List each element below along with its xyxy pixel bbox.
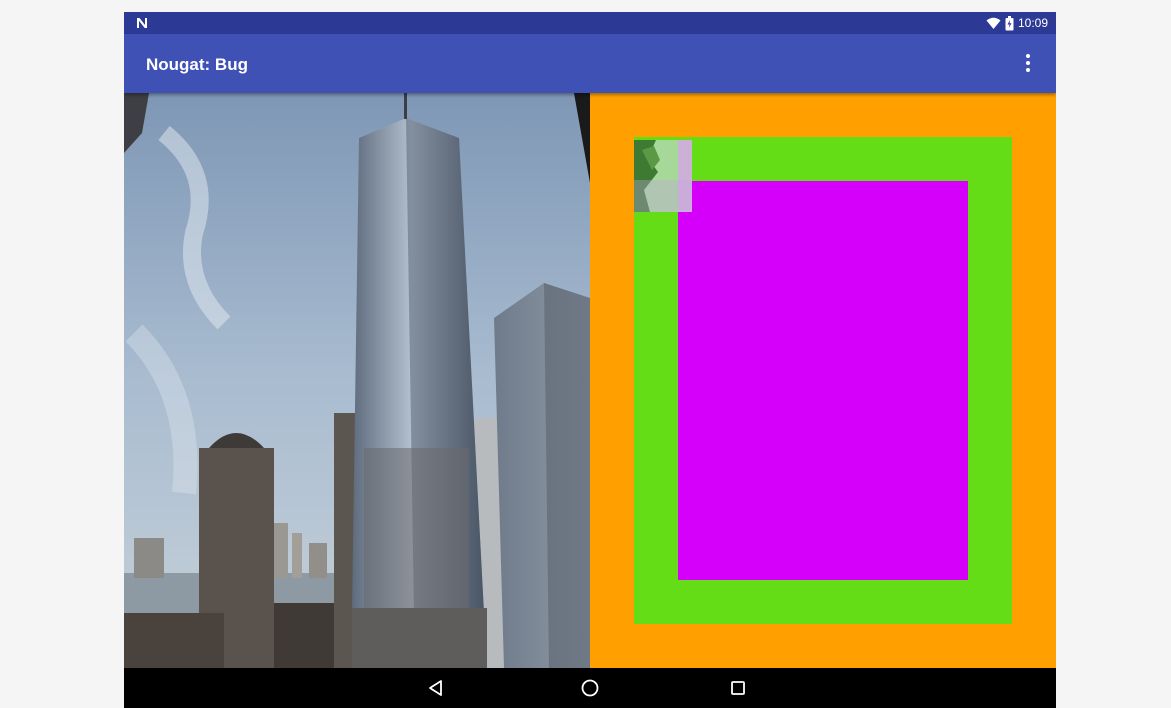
nested-frames-panel: [590, 93, 1056, 668]
main-content: [124, 93, 1056, 668]
home-circle-icon[interactable]: [578, 676, 602, 700]
app-title: Nougat: Bug: [146, 55, 248, 74]
battery-icon: [1005, 15, 1014, 31]
back-triangle-icon[interactable]: [424, 676, 448, 700]
wifi-icon: [986, 17, 1001, 30]
tree-thumbnail: [634, 140, 692, 212]
recents-square-icon[interactable]: [726, 676, 750, 700]
device-screen: 10:09 Nougat: Bug: [124, 12, 1056, 708]
navigation-bar: [124, 668, 1056, 708]
app-bar: Nougat: Bug: [124, 34, 1056, 93]
city-skyline-photo: [124, 93, 590, 668]
status-icons: 10:09: [986, 15, 1048, 31]
android-n-icon: [134, 15, 150, 31]
magenta-frame: [678, 181, 968, 580]
status-bar: 10:09: [124, 12, 1056, 34]
more-vert-icon[interactable]: [1016, 51, 1040, 75]
status-time: 10:09: [1017, 16, 1048, 30]
